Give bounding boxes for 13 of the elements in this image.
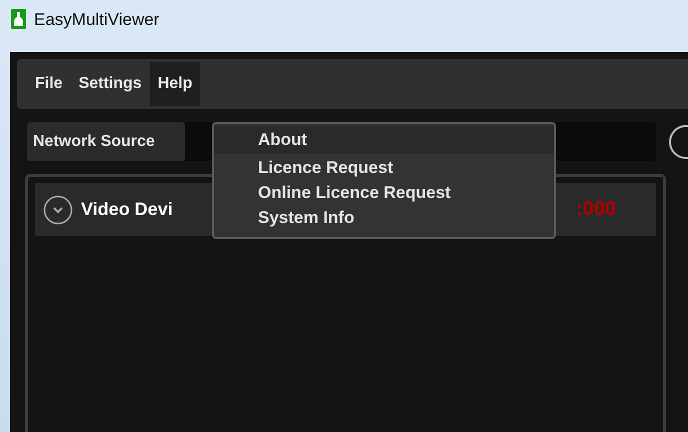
device-label: Video Devi [81,199,173,220]
chevron-down-icon[interactable] [43,194,73,224]
menu-item[interactable]: File [27,62,71,106]
window-title: EasyMultiViewer [34,9,160,31]
timecode: :000 [576,198,616,221]
source-label: Network Source [27,122,185,161]
dropdown-item[interactable]: System Info [214,204,554,229]
dropdown-item[interactable]: About [214,126,554,154]
app-logo-icon [11,9,26,29]
menu-item[interactable]: Help [150,62,200,106]
dropdown-item[interactable]: Online Licence Request [214,179,554,204]
dropdown-item[interactable]: Licence Request [214,154,554,179]
menu-item[interactable]: Settings [70,62,150,106]
